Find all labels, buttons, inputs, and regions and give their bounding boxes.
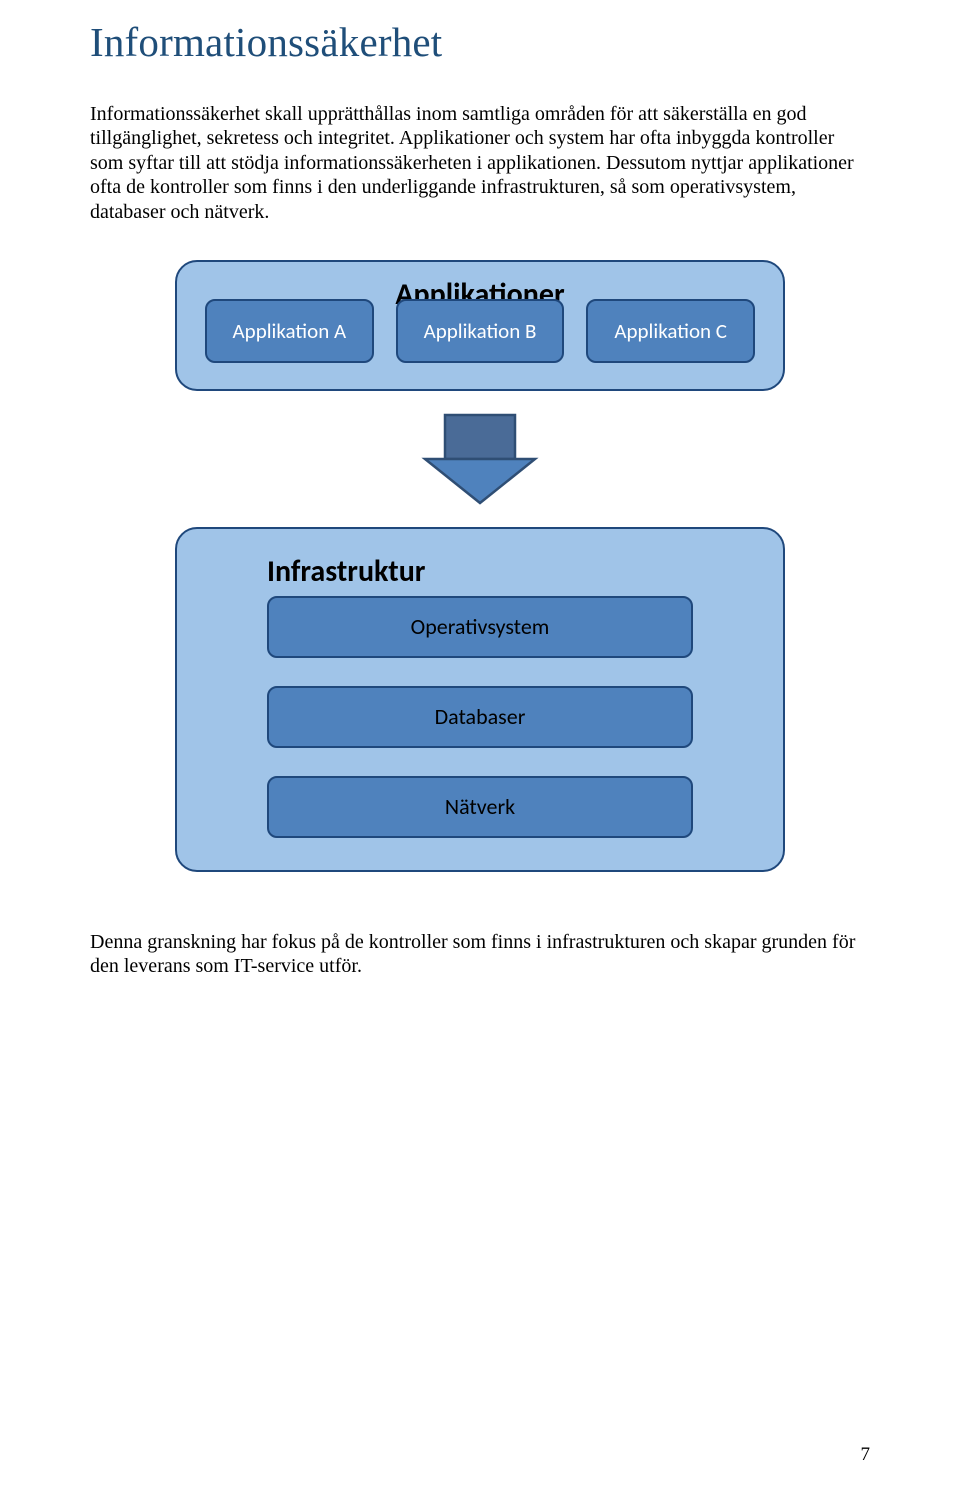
- infra-box-os: Operativsystem: [267, 596, 693, 658]
- application-box-b: Applikation B: [396, 299, 565, 363]
- page-title: Informationssäkerhet: [90, 18, 870, 66]
- applications-row: Applikation A Applikation B Applikation …: [205, 299, 755, 363]
- infrastructure-panel: Infrastruktur Operativsystem Databaser N…: [175, 527, 785, 872]
- application-box-c: Applikation C: [586, 299, 755, 363]
- application-box-a: Applikation A: [205, 299, 374, 363]
- page: Informationssäkerhet Informationssäkerhe…: [0, 0, 960, 1496]
- applications-panel: Applikationer Applikation A Applikation …: [175, 260, 785, 391]
- infrastructure-panel-title: Infrastruktur: [267, 553, 693, 590]
- closing-paragraph: Denna granskning har fokus på de kontrol…: [90, 930, 870, 979]
- architecture-diagram: Applikationer Applikation A Applikation …: [90, 260, 870, 872]
- infra-box-db: Databaser: [267, 686, 693, 748]
- page-number: 7: [861, 1444, 871, 1466]
- infra-box-network: Nätverk: [267, 776, 693, 838]
- down-arrow: [175, 413, 785, 505]
- intro-paragraph: Informationssäkerhet skall upprätthållas…: [90, 102, 870, 224]
- arrow-down-icon: [415, 413, 545, 505]
